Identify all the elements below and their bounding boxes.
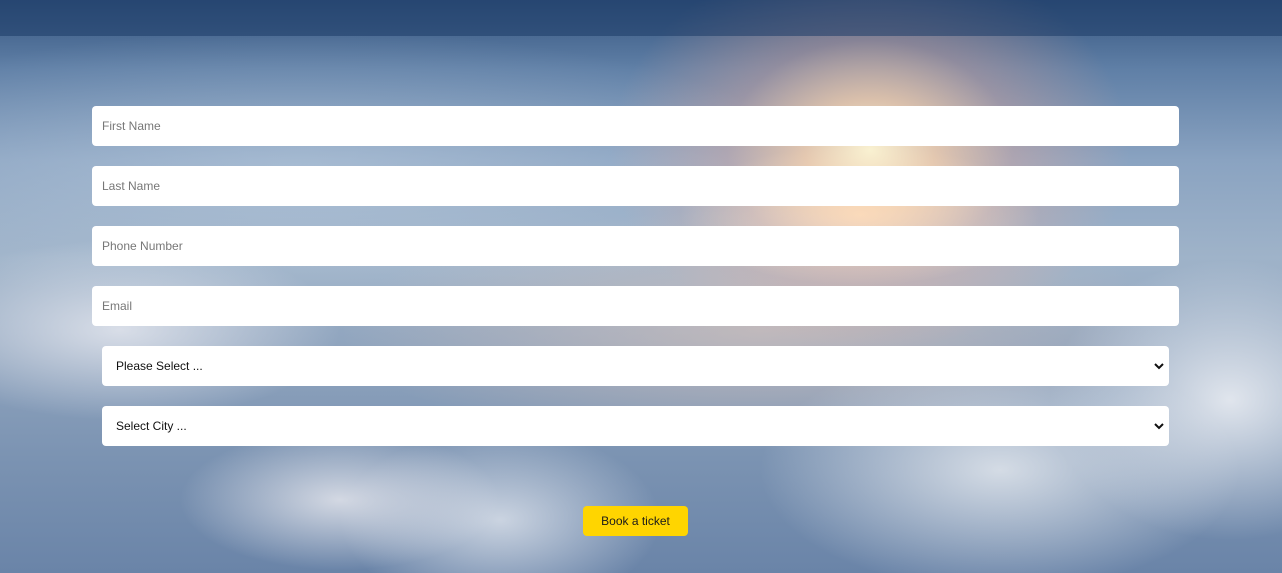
phone-number-input[interactable] <box>92 226 1179 266</box>
category-select[interactable]: Please Select ... <box>102 346 1169 386</box>
booking-page: Please Select ... Select City ... Book a… <box>0 0 1282 573</box>
first-name-input[interactable] <box>92 106 1179 146</box>
chevron-down-icon <box>1153 360 1165 372</box>
chevron-down-icon <box>1153 420 1165 432</box>
city-select[interactable]: Select City ... <box>102 406 1169 446</box>
book-ticket-button[interactable]: Book a ticket <box>583 506 688 536</box>
city-select-value: Select City ... <box>116 419 187 433</box>
top-bar <box>0 0 1282 36</box>
category-select-value: Please Select ... <box>116 359 203 373</box>
email-input[interactable] <box>92 286 1179 326</box>
last-name-input[interactable] <box>92 166 1179 206</box>
